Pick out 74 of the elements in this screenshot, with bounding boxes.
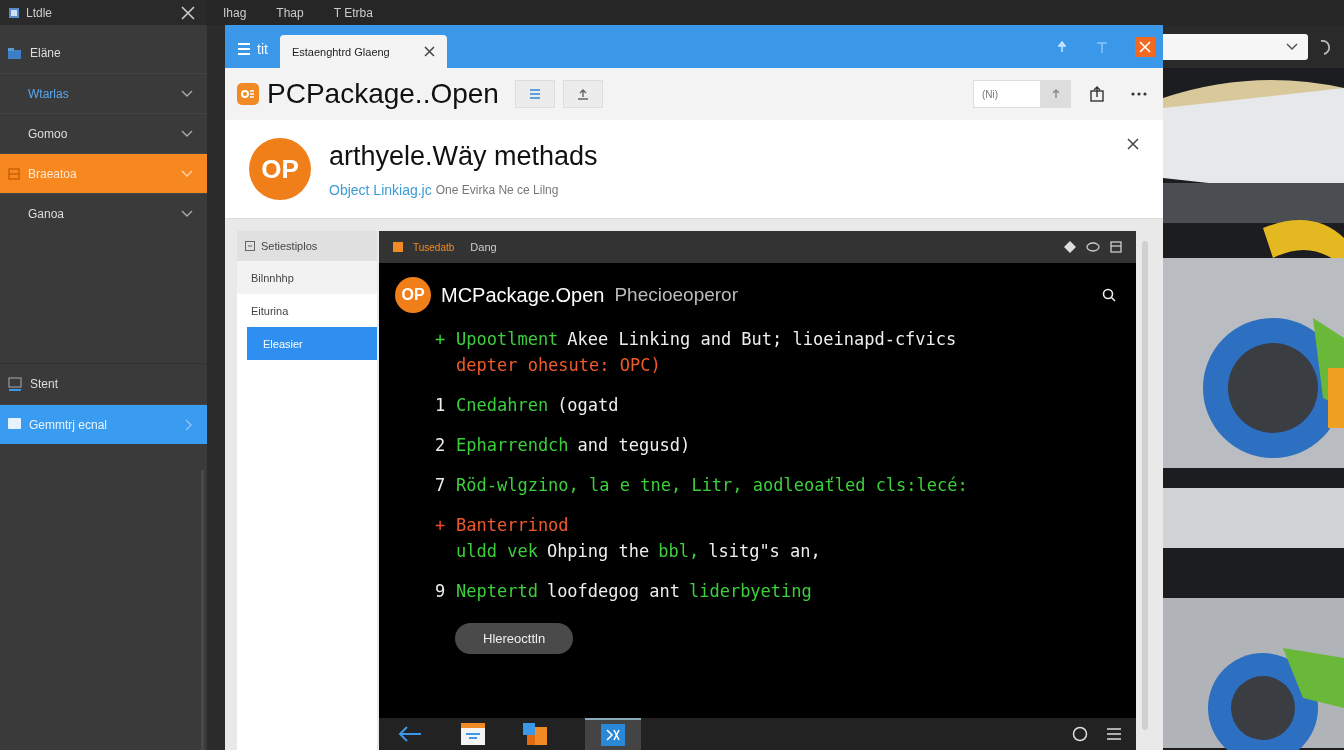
arrow-up-icon[interactable] — [1052, 89, 1060, 99]
line-marker: 7 — [435, 475, 447, 495]
app-subtitle: Phecioeoperor — [614, 284, 738, 306]
circle-icon[interactable] — [1072, 726, 1088, 742]
close-button[interactable] — [1135, 36, 1155, 57]
search-field[interactable]: (Ni) — [973, 80, 1041, 108]
taskbar-button[interactable] — [585, 718, 641, 750]
list-icon — [245, 241, 255, 251]
app-label: tit — [257, 41, 268, 57]
more-icon[interactable] — [1131, 92, 1147, 96]
chevron-down-icon — [181, 89, 193, 98]
output-text: Banterrinod — [456, 515, 569, 535]
list-heading: Setiestiplos — [261, 240, 318, 252]
output-text: Upootlment — [456, 329, 559, 349]
subtitle-text: One Evirka Ne ce Lilng — [435, 182, 559, 197]
window-icon — [8, 6, 20, 19]
chevron-down-icon — [181, 209, 193, 218]
output-text: lsitg"s an, — [708, 541, 821, 561]
upload-icon — [576, 88, 589, 100]
line-marker: 2 — [435, 435, 447, 455]
chevron-down-icon — [1286, 42, 1298, 51]
monitor-icon — [8, 377, 22, 391]
menu-item[interactable]: T Etrba — [333, 5, 373, 20]
share-icon[interactable] — [1089, 86, 1105, 102]
output-text: and tegusd) — [577, 435, 691, 455]
output-text: bbl, — [658, 541, 700, 561]
card-title: arthyele.Wäy methads — [329, 140, 599, 172]
tab[interactable]: Estaenghtrd Glaeng — [279, 35, 447, 68]
chevron-right-icon — [185, 418, 193, 431]
output-text: Akee Linking and But; lioeinapd-cfvics — [567, 329, 957, 349]
output-text: (ogatd — [557, 395, 619, 415]
menu-item[interactable]: Thap — [276, 5, 304, 20]
output-text: depter ohesute: OPC) — [456, 355, 661, 375]
output-text: liderbyeting — [688, 581, 812, 601]
sidebar-heading: Stent — [30, 377, 59, 391]
output-text: Neptertd — [456, 581, 538, 601]
chevron-down-icon — [181, 129, 193, 138]
output-text: Epharrendch — [456, 435, 569, 455]
output-text: Ohping the — [546, 541, 650, 561]
output-text: uldd vek — [456, 541, 538, 561]
close-icon[interactable] — [1127, 138, 1139, 150]
app-title: PCPackage..Open — [267, 78, 499, 110]
app-logo: OP — [249, 138, 311, 200]
output-text: loofdegog ant — [546, 581, 680, 601]
app-logo-icon — [237, 83, 259, 105]
terminal-tab[interactable]: Tusedatb — [413, 241, 455, 253]
chevron-down-icon — [181, 169, 193, 178]
sidebar-item[interactable]: Ganoa — [0, 193, 207, 233]
menu-icon[interactable] — [1106, 727, 1122, 741]
dropdown[interactable] — [1163, 33, 1308, 60]
line-marker: + — [435, 515, 447, 535]
back-arrow-icon[interactable] — [397, 725, 423, 743]
sidebar-title: Ltdle — [26, 5, 54, 20]
list-item[interactable]: Eiturina — [237, 294, 377, 327]
sidebar-item[interactable]: Wtarlas — [0, 73, 207, 113]
line-marker: 1 — [435, 395, 447, 415]
close-icon[interactable] — [423, 46, 435, 57]
output-text: Cnedahren — [456, 395, 549, 415]
diamond-icon[interactable] — [1064, 241, 1076, 253]
toolbar-button[interactable] — [562, 80, 603, 108]
action-button[interactable]: Hlereocttln — [455, 623, 574, 654]
window-icon[interactable] — [1110, 241, 1122, 253]
output-text: Röd-wlgzino, la e tne, Litr, aodleoaťled cls:lecé: — [456, 475, 968, 495]
sidebar-heading: Eläne — [30, 46, 61, 60]
app-logo: OP — [395, 277, 431, 313]
app-name: MCPackage.Open — [441, 283, 605, 307]
list-item[interactable]: Bilnnhhp — [237, 261, 377, 294]
menu-item[interactable]: Ihag — [223, 5, 247, 20]
search-icon[interactable] — [1102, 288, 1116, 302]
scrollbar[interactable] — [1142, 241, 1148, 730]
terminal-title: Dang — [470, 241, 497, 253]
list-icon — [528, 88, 541, 100]
line-marker: + — [435, 329, 447, 349]
line-marker: 9 — [435, 581, 447, 601]
